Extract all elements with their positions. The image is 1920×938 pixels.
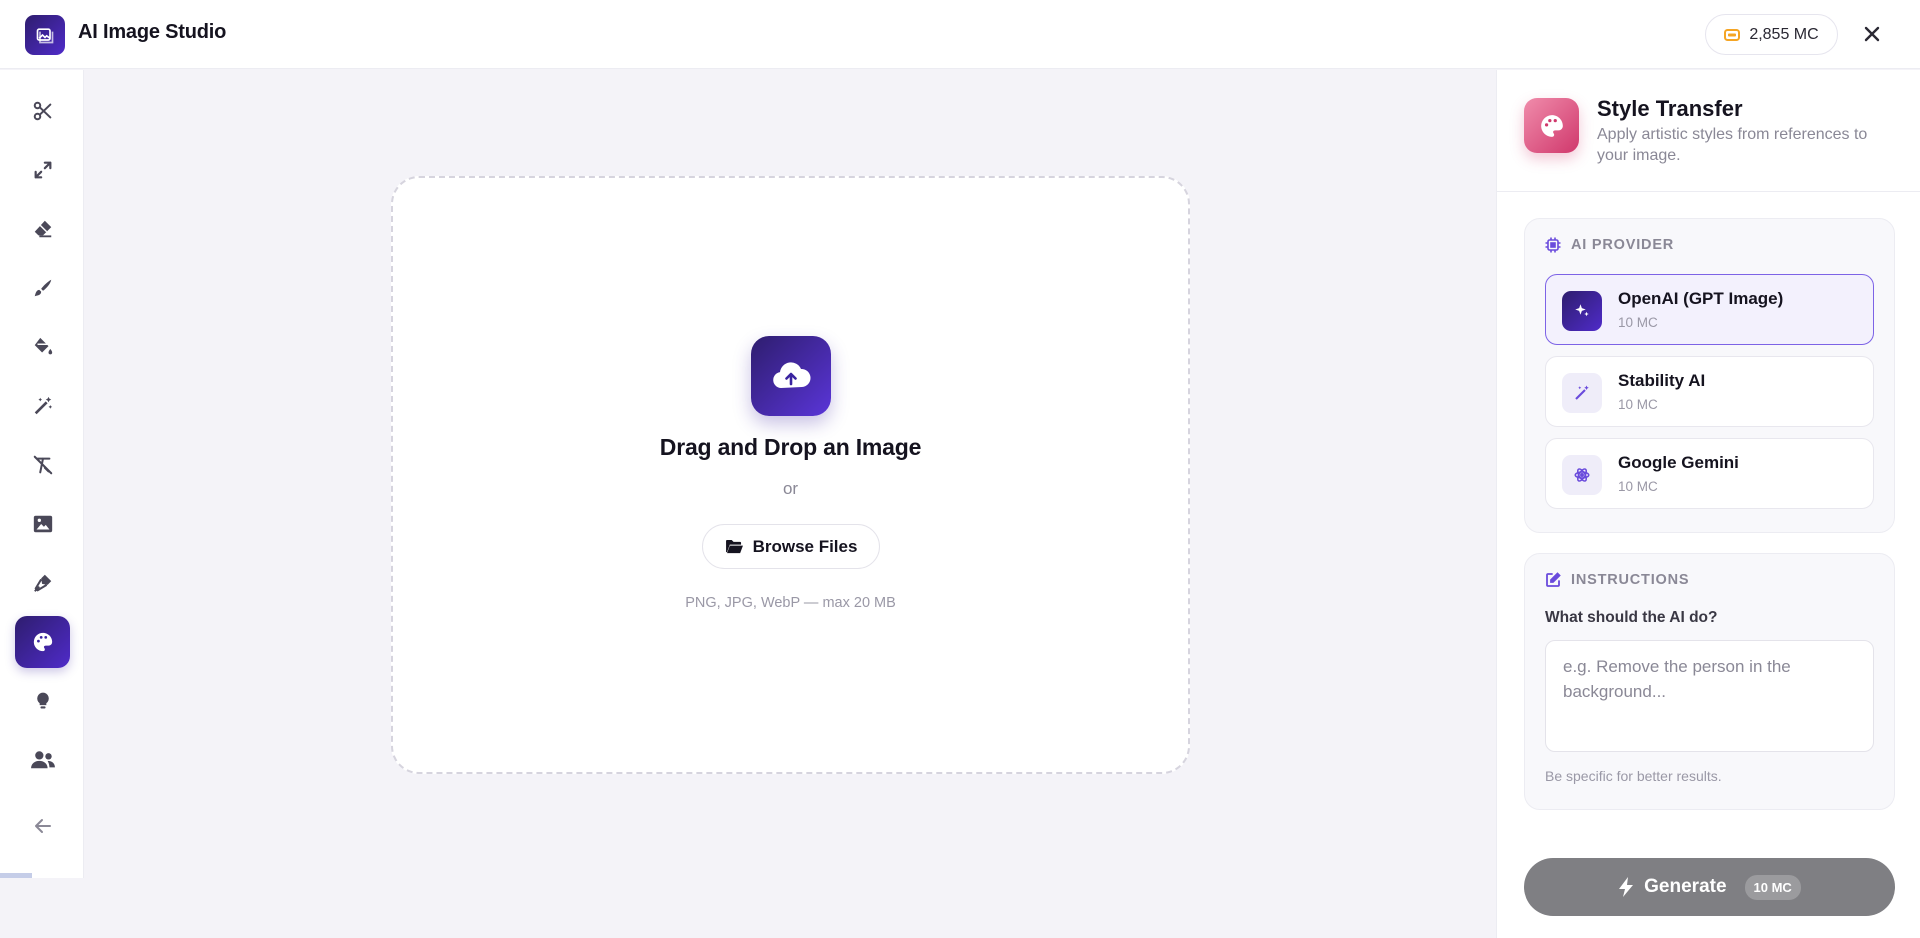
dropzone-title: Drag and Drop an Image — [659, 434, 922, 460]
edit-icon — [1546, 572, 1561, 587]
tool-magic[interactable] — [15, 380, 70, 432]
provider-cost: 10 MC — [1618, 479, 1658, 494]
folder-open-icon — [725, 539, 743, 554]
eraser-icon — [34, 220, 51, 238]
tool-cutout[interactable] — [15, 85, 70, 137]
tool-remove-text[interactable] — [15, 439, 70, 491]
tool-style-transfer[interactable] — [15, 616, 70, 668]
credits-balance[interactable]: 2,855 MC — [1705, 14, 1838, 55]
tool-eraser[interactable] — [15, 203, 70, 255]
instructions-heading: INSTRUCTIONS — [1545, 572, 1689, 588]
tool-fill[interactable] — [15, 321, 70, 373]
app-logo-icon — [25, 15, 65, 55]
paint-bucket-icon — [34, 337, 52, 355]
close-button[interactable] — [1858, 20, 1886, 48]
image-dropzone[interactable]: Drag and Drop an Image or Browse Files P… — [391, 176, 1190, 774]
generate-button[interactable]: Generate 10 MC — [1524, 858, 1895, 916]
coin-icon — [1724, 28, 1741, 41]
brush-icon — [34, 279, 51, 297]
sidebar-scroll-indicator — [0, 873, 32, 878]
panel-header: Style Transfer Apply artistic styles fro… — [1497, 70, 1920, 192]
ai-provider-card: AI PROVIDER OpenAI (GPT Image) 10 MC Sta… — [1524, 218, 1895, 533]
provider-name: Stability AI — [1618, 371, 1706, 390]
palette-icon — [1524, 98, 1579, 153]
palette-icon — [33, 632, 52, 652]
image-icon — [33, 515, 52, 533]
dropzone-or: or — [782, 479, 799, 498]
tool-ideas[interactable] — [15, 675, 70, 727]
provider-gemini[interactable]: Google Gemini 10 MC — [1545, 438, 1874, 509]
sparkles-icon — [1562, 291, 1602, 331]
close-icon — [1864, 26, 1880, 42]
instructions-card: INSTRUCTIONS What should the AI do? Be s… — [1524, 553, 1895, 810]
app-title: AI Image Studio — [78, 21, 227, 43]
browse-files-button[interactable]: Browse Files — [702, 524, 880, 569]
lightning-icon — [1619, 877, 1634, 897]
generate-cost-badge: 10 MC — [1744, 874, 1801, 900]
instructions-question: What should the AI do? — [1545, 609, 1718, 626]
provider-openai[interactable]: OpenAI (GPT Image) 10 MC — [1545, 274, 1874, 345]
dropzone-hint: PNG, JPG, WebP — max 20 MB — [685, 595, 896, 611]
ai-provider-heading: AI PROVIDER — [1545, 237, 1674, 253]
atom-icon — [1562, 455, 1602, 495]
provider-stability[interactable]: Stability AI 10 MC — [1545, 356, 1874, 427]
scissors-icon — [33, 101, 51, 121]
provider-name: OpenAI (GPT Image) — [1618, 289, 1784, 308]
provider-cost: 10 MC — [1618, 315, 1658, 330]
panel-subtitle: Apply artistic styles from references to… — [1597, 126, 1868, 164]
credits-value: 2,855 MC — [1749, 25, 1819, 43]
collapse-sidebar-button[interactable] — [15, 800, 70, 852]
generate-label: Generate — [1644, 876, 1727, 897]
tool-image[interactable] — [15, 498, 70, 550]
instructions-label: INSTRUCTIONS — [1571, 572, 1690, 588]
provider-name: Google Gemini — [1618, 453, 1739, 472]
instructions-textarea[interactable] — [1545, 640, 1874, 752]
browse-files-label: Browse Files — [752, 536, 858, 556]
expand-icon — [34, 161, 51, 179]
panel-title: Style Transfer — [1597, 96, 1743, 121]
cloud-upload-icon — [751, 336, 831, 416]
tool-sidebar — [0, 70, 84, 878]
remove-text-icon — [33, 455, 52, 475]
lightbulb-icon — [36, 692, 49, 709]
chip-icon — [1545, 237, 1561, 253]
provider-cost: 10 MC — [1618, 397, 1658, 412]
users-icon — [30, 751, 55, 769]
pen-nib-icon — [33, 574, 51, 592]
tool-brush[interactable] — [15, 262, 70, 314]
ai-provider-label: AI PROVIDER — [1571, 237, 1675, 253]
tool-upscale[interactable] — [15, 144, 70, 196]
tool-settings-panel: Style Transfer Apply artistic styles fro… — [1496, 70, 1920, 938]
tool-vector[interactable] — [15, 557, 70, 609]
magic-wand-icon — [1562, 373, 1602, 413]
arrow-left-icon — [34, 819, 51, 833]
instructions-hint: Be specific for better results. — [1545, 768, 1722, 784]
tool-people[interactable] — [15, 734, 70, 786]
magic-wand-icon — [34, 396, 52, 415]
app-header: AI Image Studio 2,855 MC — [0, 0, 1920, 69]
